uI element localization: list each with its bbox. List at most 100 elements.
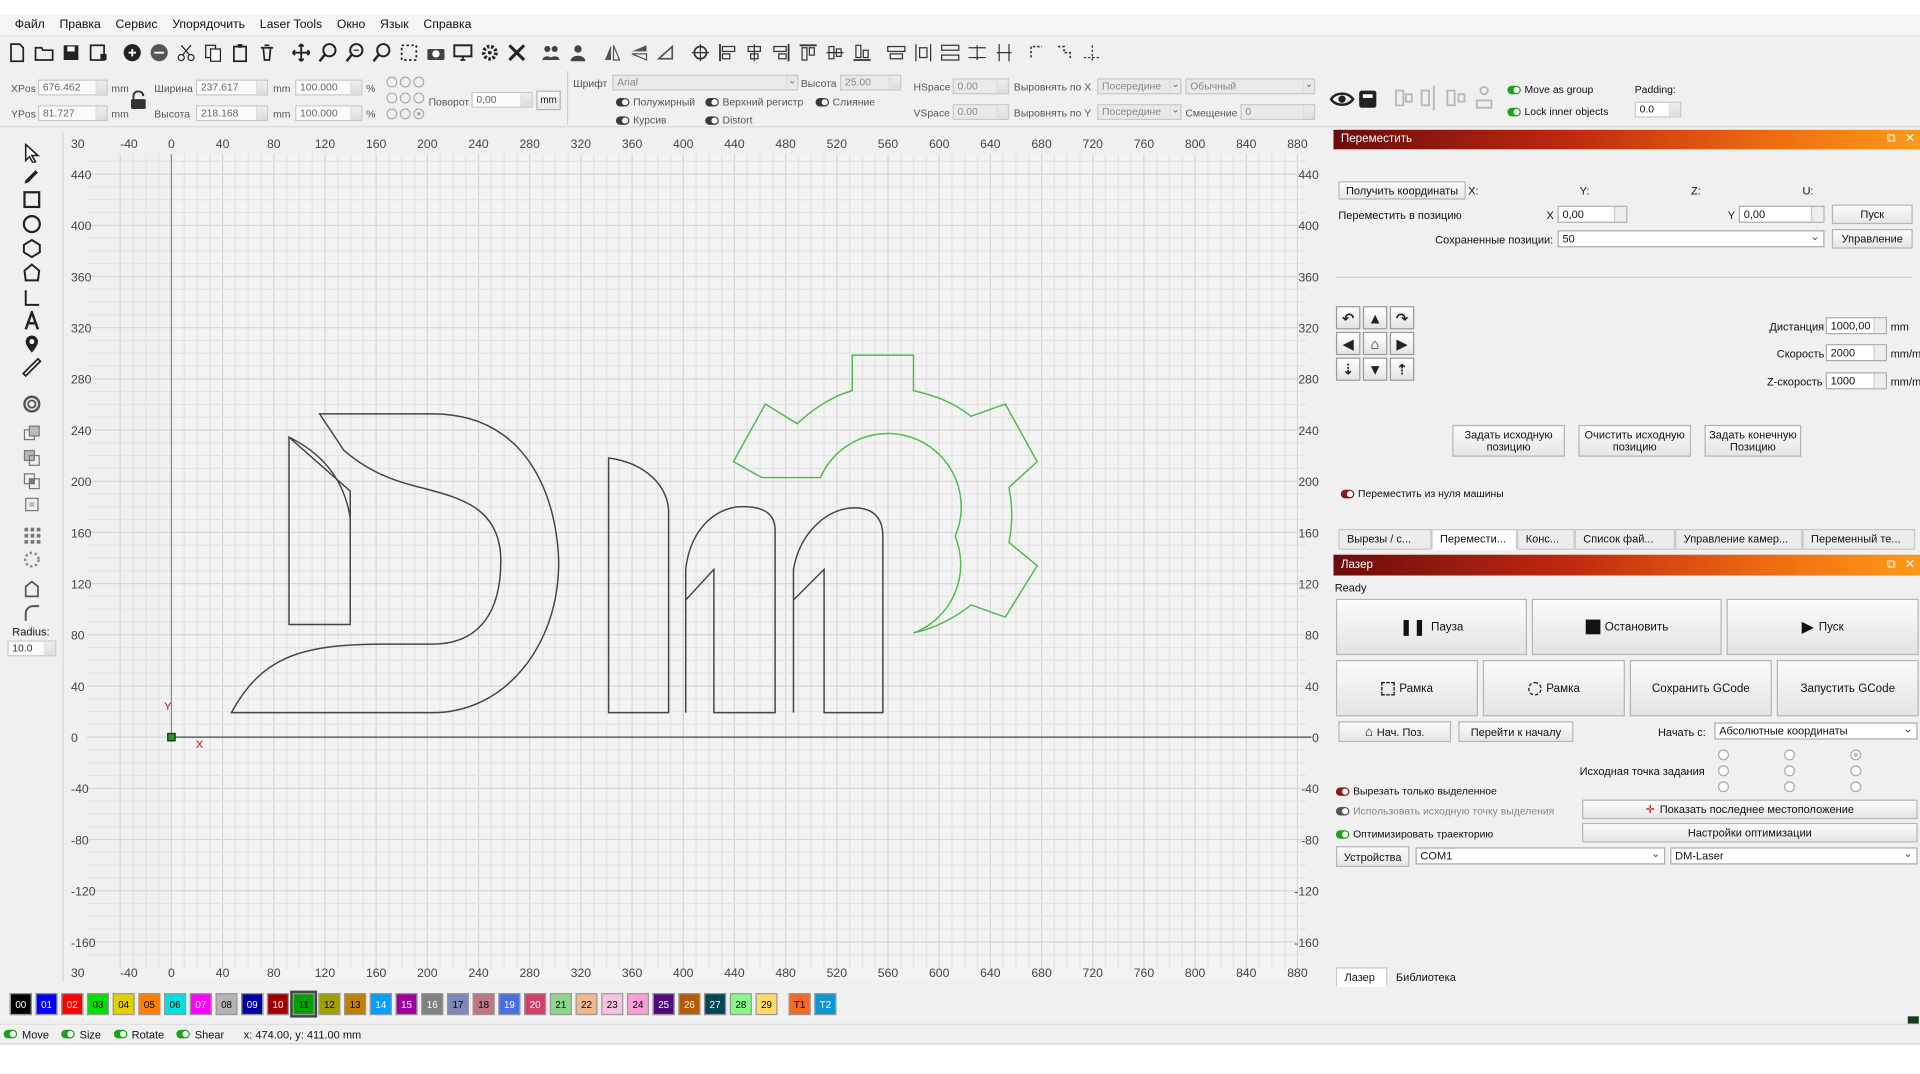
palette-swatch-18[interactable]: 18 [472,993,495,1016]
palette-swatch-23[interactable]: 23 [601,993,624,1016]
menu-language[interactable]: Язык [373,18,416,31]
distribute-v-icon[interactable] [911,40,935,64]
optimization-settings-button[interactable]: Настройки оптимизации [1582,822,1918,843]
rotate-icon[interactable] [654,40,678,64]
polyline-icon[interactable] [20,262,44,284]
boolean-union-icon[interactable] [20,422,44,444]
tools-icon[interactable] [504,40,528,64]
set-end-position-button[interactable]: Задать конечную Позицию [1704,424,1802,457]
align-center-icon[interactable] [742,40,766,64]
origin-radio-tc[interactable] [1784,749,1796,761]
distort-toggle[interactable]: Distort [705,114,753,126]
origin-radio-mr[interactable] [1850,765,1862,777]
palette-swatch-19[interactable]: 19 [498,993,521,1016]
edit-nodes-icon[interactable] [20,578,44,600]
menu-file[interactable]: Файл [7,18,52,31]
rotate-cw-icon[interactable]: ↷ [1389,306,1415,330]
move-x-field[interactable]: 0,00 [1557,205,1628,223]
tab-move[interactable]: Перемести... [1431,528,1518,550]
align-x-select[interactable]: Посередине [1097,78,1182,95]
position-icon[interactable] [20,333,44,355]
scale-height-field[interactable]: 100.000 [295,105,363,122]
scale-width-field[interactable]: 100.000 [295,79,363,96]
rotate-ccw-icon[interactable]: ↶ [1335,306,1361,330]
circular-array-icon[interactable] [20,549,44,571]
rotate-field[interactable]: 0,00 [471,91,533,108]
use-selection-origin-toggle[interactable]: Использовать исходную точку выделения [1335,804,1554,817]
palette-swatch-25[interactable]: 25 [652,993,675,1016]
tab-laser[interactable]: Лазер [1335,967,1388,987]
pause-button[interactable]: ❚❚ Пауза [1335,598,1527,656]
weld-toggle[interactable]: Слияние [815,96,875,108]
palette-swatch-21[interactable]: 21 [549,993,572,1016]
palette-swatch-07[interactable]: 07 [189,993,212,1016]
save-gcode-button[interactable]: Сохранить GCode [1629,660,1772,717]
palette-swatch-08[interactable]: 08 [215,993,238,1016]
jog-down-icon[interactable]: ▼ [1362,357,1388,381]
palette-swatch-28[interactable]: 28 [729,993,752,1016]
select-icon[interactable] [20,142,44,164]
palette-swatch-16[interactable]: 16 [421,993,444,1016]
palette-swatch-01[interactable]: 01 [35,993,58,1016]
go-button[interactable]: Пуск [1831,204,1913,225]
origin-radio-tl[interactable] [1717,749,1729,761]
status-shear[interactable]: Shear [176,1028,224,1040]
z-down-icon[interactable]: ⇣ [1335,357,1361,381]
palette-swatch-t2[interactable]: T2 [814,993,837,1016]
xpos-field[interactable]: 676.462 [37,79,108,96]
ellipse-icon[interactable] [20,213,44,235]
optimize-toggle[interactable]: Оптимизировать траекторию [1335,828,1493,840]
boolean-sub-icon[interactable] [20,447,44,469]
palette-swatch-02[interactable]: 02 [61,993,84,1016]
text-mode-select[interactable]: Обычный [1185,78,1316,95]
zoom-in-icon[interactable] [316,40,340,64]
move-icon[interactable] [289,40,313,64]
jog-right-icon[interactable]: ▶ [1389,331,1415,356]
speed-field[interactable]: 2000 [1825,344,1887,362]
clear-origin-button[interactable]: Очистить исходную позицию [1578,424,1692,457]
palette-swatch-04[interactable]: 04 [112,993,135,1016]
cut-selected-toggle[interactable]: Вырезать только выделенное [1335,785,1497,797]
menu-laser-tools[interactable]: Laser Tools [252,18,329,31]
palette-swatch-06[interactable]: 06 [164,993,187,1016]
palette-swatch-11[interactable]: 11 [290,990,318,1018]
menu-arrange[interactable]: Упорядочить [165,18,253,31]
lock-icon[interactable] [130,90,147,111]
mirror-h-icon[interactable] [600,40,624,64]
tab-cuts[interactable]: Вырезы / с... [1338,528,1432,550]
palette-swatch-17[interactable]: 17 [446,993,469,1016]
grid-array-icon[interactable] [20,524,44,546]
port-select[interactable]: COM1 [1415,846,1666,865]
device-select[interactable]: DM-Laser [1670,846,1918,865]
distribute-icon[interactable] [938,40,962,64]
start-from-select[interactable]: Абсолютные координаты [1714,721,1918,740]
units-button[interactable]: mm [536,90,561,111]
status-size[interactable]: Size [61,1028,101,1040]
padding-field[interactable]: 0.0 [1634,101,1682,118]
copy-icon[interactable] [201,40,225,64]
text-icon[interactable] [20,310,44,332]
palette-swatch-10[interactable]: 10 [266,993,289,1016]
devices-button[interactable]: Устройства [1335,846,1410,867]
distance-field[interactable]: 1000,00 [1825,317,1887,335]
tab-library[interactable]: Библиотека [1387,967,1461,987]
radius-field[interactable]: 10.0 [7,640,57,657]
settings-icon[interactable] [478,40,502,64]
z-up-icon[interactable]: ⇡ [1389,357,1415,381]
height-field[interactable]: 218.168 [195,105,269,122]
move-y-field[interactable]: 0,00 [1738,205,1825,223]
frame-button[interactable]: Рамка [1335,660,1478,717]
offset-icon[interactable] [20,393,44,415]
palette-swatch-24[interactable]: 24 [626,993,649,1016]
palette-swatch-27[interactable]: 27 [704,993,727,1016]
new-file-icon[interactable] [5,40,29,64]
import-icon[interactable] [120,40,144,64]
corner-tool-icon[interactable] [20,287,44,309]
status-rotate[interactable]: Rotate [113,1028,164,1040]
go-to-origin-button[interactable]: Перейти к началу [1458,721,1574,743]
frame-circle-button[interactable]: Рамка [1482,660,1625,717]
origin-radio-tr[interactable] [1850,749,1862,761]
move-as-group-toggle[interactable]: Move as group [1507,83,1593,96]
width-field[interactable]: 237.617 [195,79,269,96]
align-y-select[interactable]: Посередине [1097,104,1182,121]
